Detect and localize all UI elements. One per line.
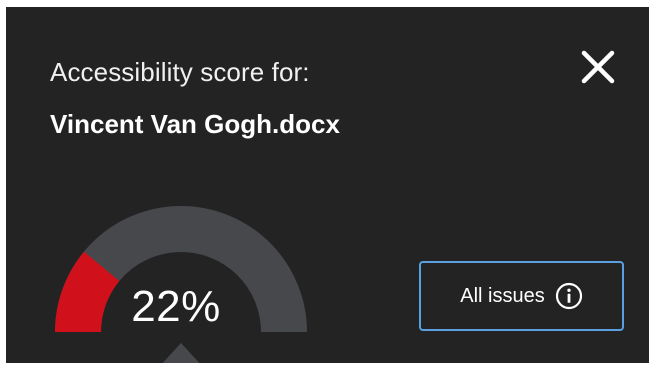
accessibility-score-panel: Accessibility score for: Vincent Van Gog… xyxy=(6,7,649,363)
gauge-pointer xyxy=(162,343,200,363)
screenshot-frame: Accessibility score for: Vincent Van Gog… xyxy=(0,0,653,368)
info-icon xyxy=(555,282,583,310)
all-issues-label: All issues xyxy=(460,284,545,307)
all-issues-button[interactable]: All issues xyxy=(419,261,624,331)
score-value: 22% xyxy=(131,282,221,331)
score-gauge xyxy=(41,192,321,363)
close-icon xyxy=(581,50,615,84)
document-name: Vincent Van Gogh.docx xyxy=(50,109,340,139)
panel-heading: Accessibility score for: xyxy=(50,57,310,87)
close-button[interactable] xyxy=(576,45,620,89)
